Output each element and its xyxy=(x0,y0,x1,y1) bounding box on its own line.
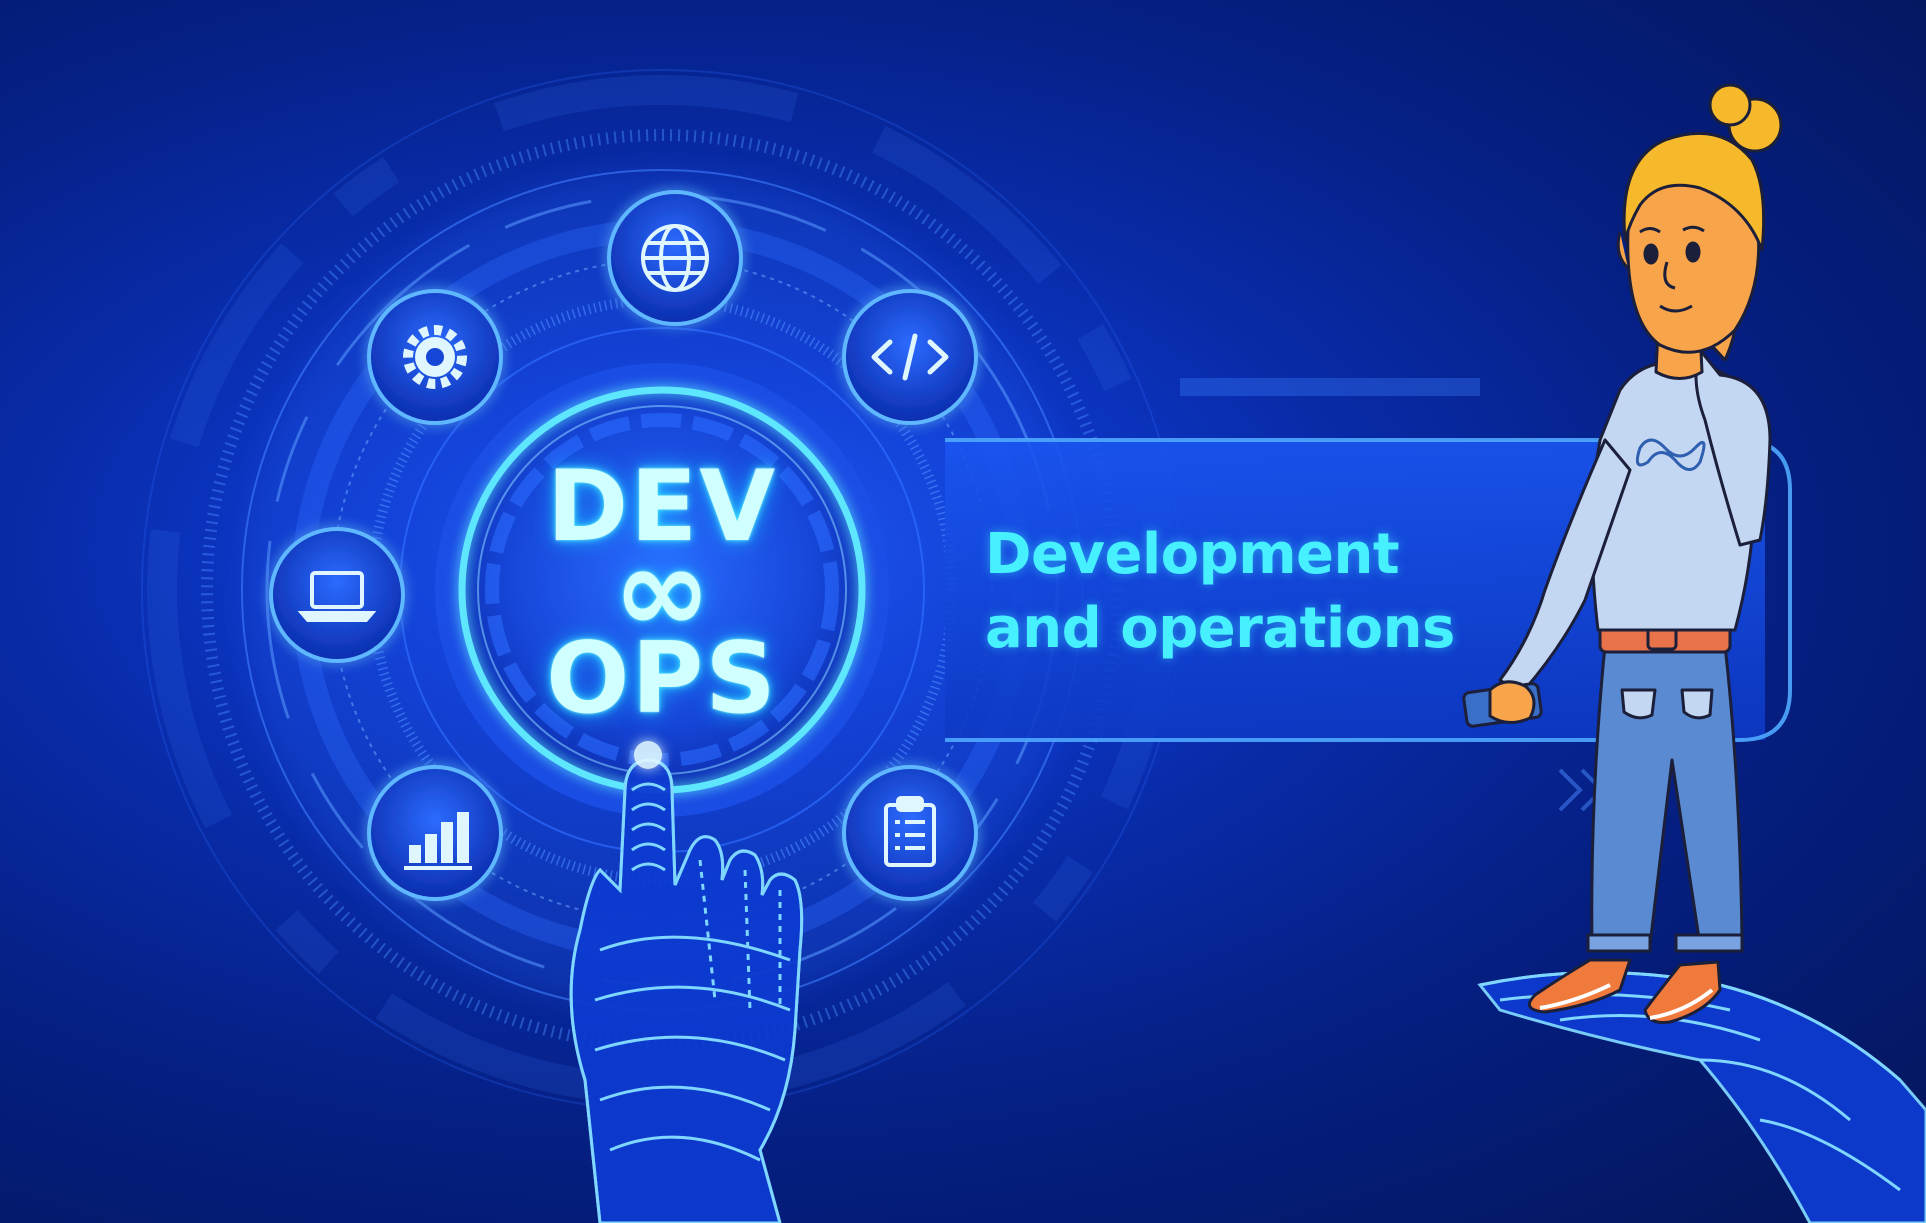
scene xyxy=(141,69,1926,1223)
ops-label: OPS xyxy=(546,622,778,736)
icon-bubble-clipboard[interactable] xyxy=(842,765,978,901)
caption-line-1: Development xyxy=(985,522,1400,587)
devops-logo: DEV ∞ OPS xyxy=(437,455,887,731)
caption-text: Development and operations xyxy=(985,518,1545,666)
gear-icon xyxy=(403,325,467,389)
icon-bubble-code[interactable] xyxy=(842,289,978,425)
icon-bubble-globe[interactable] xyxy=(607,190,743,326)
caption-line-2: and operations xyxy=(985,596,1455,661)
icon-bubble-laptop[interactable] xyxy=(269,527,405,663)
icon-bubble-chart[interactable] xyxy=(367,765,503,901)
icon-bubble-gear[interactable] xyxy=(367,289,503,425)
infinity-icon: ∞ xyxy=(612,521,712,659)
